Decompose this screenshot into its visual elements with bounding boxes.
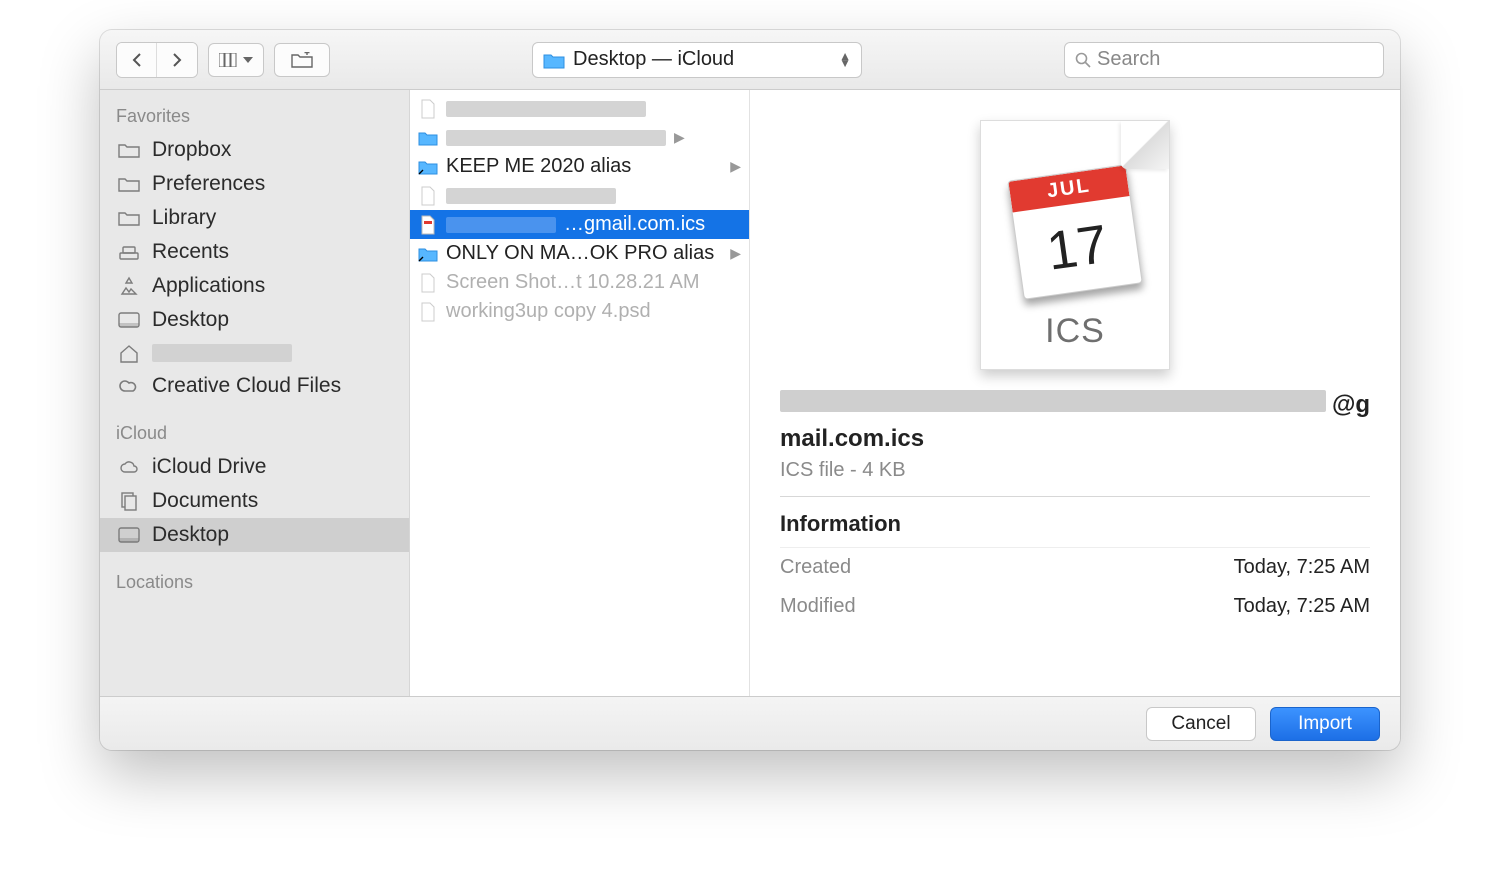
sidebar-item-library[interactable]: Library <box>100 201 409 235</box>
sidebar-header-icloud: iCloud <box>100 419 409 450</box>
sidebar-item-creative-cloud[interactable]: Creative Cloud Files <box>100 369 409 403</box>
preview-pane: JUL 17 ICS @g mail.com.ics ICS file - 4 … <box>750 90 1400 696</box>
creative-cloud-icon <box>116 375 142 397</box>
sidebar-header-locations: Locations <box>100 568 409 599</box>
folder-alias-icon <box>418 244 438 264</box>
toolbar: Desktop — iCloud ▲▼ Search <box>100 30 1400 90</box>
document-icon <box>418 302 438 322</box>
folder-icon <box>116 207 142 229</box>
modified-value: Today, 7:25 AM <box>1234 595 1370 618</box>
redacted-text <box>780 390 1326 412</box>
sidebar-item-home[interactable] <box>100 337 409 369</box>
file-row[interactable]: ▶ <box>410 123 749 152</box>
import-button[interactable]: Import <box>1270 707 1380 741</box>
folder-alias-icon <box>418 157 438 177</box>
sidebar-item-documents[interactable]: Documents <box>100 484 409 518</box>
sidebar-item-recents[interactable]: Recents <box>100 235 409 269</box>
redacted-text <box>446 130 666 146</box>
created-value: Today, 7:25 AM <box>1234 556 1370 579</box>
file-row[interactable]: working3up copy 4.psd <box>410 297 749 326</box>
preview-modified-row: Modified Today, 7:25 AM <box>780 587 1370 626</box>
redacted-text <box>446 217 556 233</box>
location-label: Desktop — iCloud <box>573 48 831 71</box>
back-button[interactable] <box>117 43 157 77</box>
preview-file-meta: ICS file - 4 KB <box>780 459 1370 497</box>
file-row[interactable]: ONLY ON MA…OK PRO alias▶ <box>410 239 749 268</box>
dialog-body: Favorites Dropbox Preferences Library Re… <box>100 90 1400 696</box>
import-file-dialog: Desktop — iCloud ▲▼ Search Favorites Dro… <box>100 30 1400 750</box>
sidebar-item-dropbox[interactable]: Dropbox <box>100 133 409 167</box>
home-icon <box>116 342 142 364</box>
file-row-selected[interactable]: …gmail.com.ics <box>410 210 749 239</box>
folder-icon <box>418 128 438 148</box>
file-list: ▶ KEEP ME 2020 alias▶ …gmail.com.ics ONL… <box>410 90 750 696</box>
applications-icon <box>116 275 142 297</box>
popup-arrows-icon: ▲▼ <box>839 53 851 67</box>
cancel-button[interactable]: Cancel <box>1146 707 1256 741</box>
cloud-icon <box>116 456 142 478</box>
calendar-icon: JUL 17 <box>1007 164 1143 300</box>
sidebar-item-preferences[interactable]: Preferences <box>100 167 409 201</box>
preview-created-row: Created Today, 7:25 AM <box>780 548 1370 587</box>
modified-label: Modified <box>780 595 856 618</box>
chevron-right-icon: ▶ <box>674 129 685 146</box>
preview-thumbnail: JUL 17 ICS <box>780 110 1370 390</box>
location-popup[interactable]: Desktop — iCloud ▲▼ <box>532 42 862 78</box>
file-row[interactable]: Screen Shot…t 10.28.21 AM <box>410 268 749 297</box>
created-label: Created <box>780 556 851 579</box>
dialog-footer: Cancel Import <box>100 696 1400 750</box>
file-row[interactable] <box>410 181 749 210</box>
redacted-text <box>446 188 616 204</box>
folder-icon <box>116 173 142 195</box>
view-mode-button[interactable] <box>208 43 264 77</box>
sidebar-item-desktop-icloud[interactable]: Desktop <box>100 518 409 552</box>
folder-icon <box>116 139 142 161</box>
sidebar-item-applications[interactable]: Applications <box>100 269 409 303</box>
search-placeholder: Search <box>1097 48 1160 71</box>
desktop-icon <box>116 309 142 331</box>
preview-info-header: Information <box>780 497 1370 548</box>
documents-icon <box>116 490 142 512</box>
recents-icon <box>116 241 142 263</box>
sidebar-item-icloud-drive[interactable]: iCloud Drive <box>100 450 409 484</box>
preview-filename-line2: mail.com.ics <box>780 425 1370 453</box>
ics-file-icon <box>418 215 438 235</box>
sidebar: Favorites Dropbox Preferences Library Re… <box>100 90 410 696</box>
new-folder-button[interactable] <box>274 43 330 77</box>
sidebar-header-favorites: Favorites <box>100 102 409 133</box>
document-icon <box>418 273 438 293</box>
search-icon <box>1075 52 1091 68</box>
redacted-text <box>152 344 292 362</box>
ics-document-icon: JUL 17 ICS <box>980 120 1170 370</box>
preview-filename: @g <box>780 390 1370 425</box>
document-icon <box>418 99 438 119</box>
folder-icon <box>543 51 565 69</box>
nav-back-forward-group <box>116 42 198 78</box>
chevron-right-icon: ▶ <box>730 158 741 175</box>
file-row[interactable]: KEEP ME 2020 alias▶ <box>410 152 749 181</box>
document-icon <box>418 186 438 206</box>
file-extension-badge: ICS <box>1045 312 1105 351</box>
forward-button[interactable] <box>157 43 197 77</box>
redacted-text <box>446 101 646 117</box>
calendar-day: 17 <box>1013 196 1142 299</box>
sidebar-item-desktop[interactable]: Desktop <box>100 303 409 337</box>
search-field[interactable]: Search <box>1064 42 1384 78</box>
chevron-right-icon: ▶ <box>730 245 741 262</box>
desktop-icon <box>116 524 142 546</box>
file-row[interactable] <box>410 94 749 123</box>
